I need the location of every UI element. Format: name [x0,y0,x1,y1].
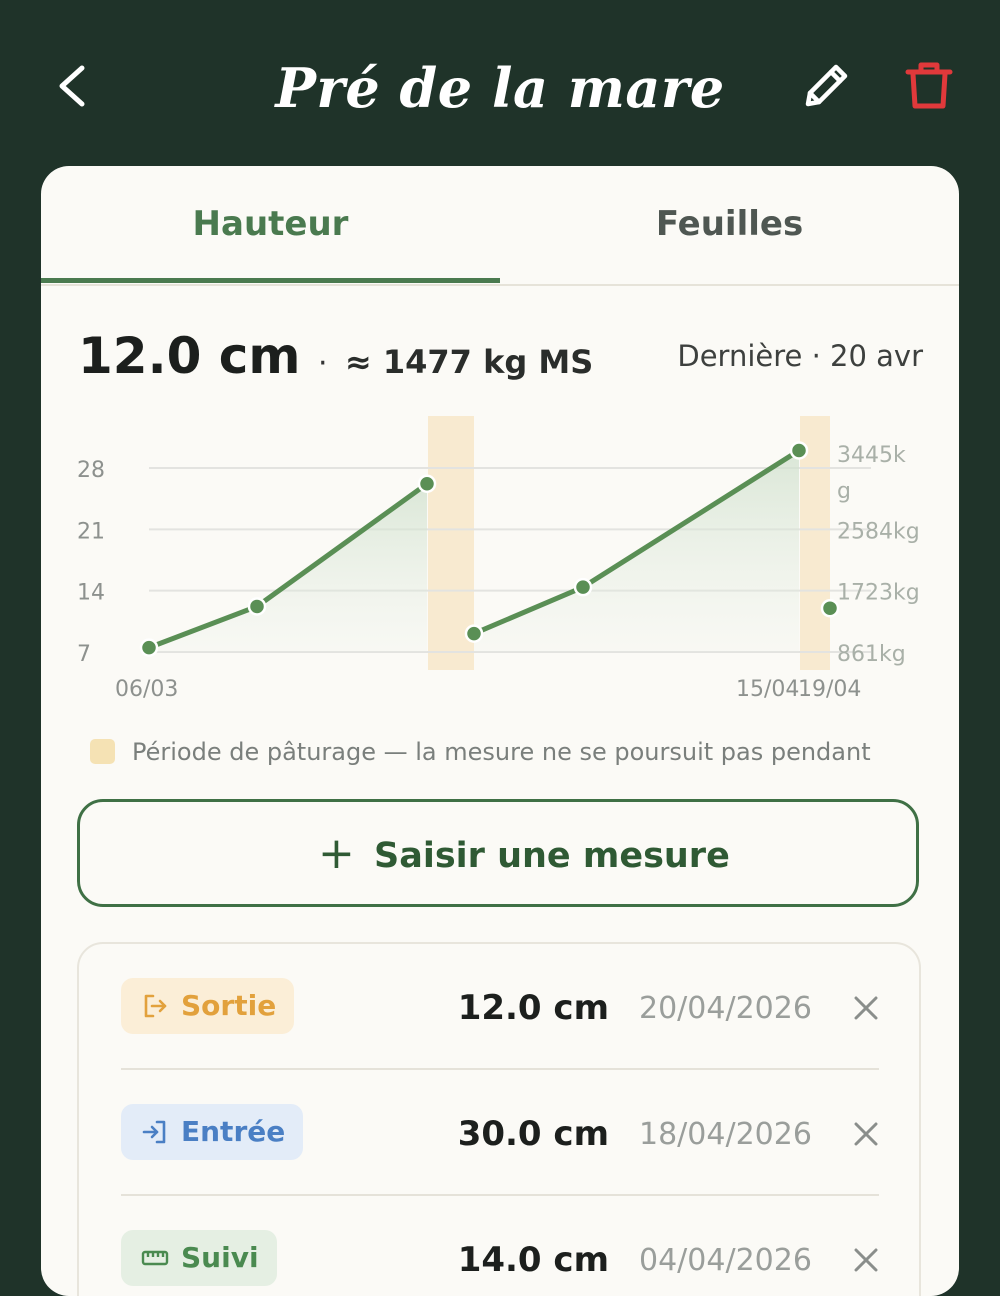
measure-value: 12.0 cm [457,988,609,1028]
pasture-card: Hauteur Feuilles 12.0 cm · ≈ 1477 kg MS … [41,166,959,1296]
y-tick-label: 21 [77,519,105,544]
app-header: Pré de la mare [0,0,1000,165]
y-tick-label: 7 [77,642,91,667]
type-badge-suivi: Suivi [121,1230,277,1286]
height-chart: 28 21 14 7 3445k g 2584kg 1723kg 861kg 06/03 15/04… [77,416,920,702]
tab-feuilles[interactable]: Feuilles [500,200,959,248]
exit-icon [144,994,167,1018]
current-biomass: ≈ 1477 kg MS [344,343,594,381]
page-title: Pré de la mare [275,56,725,120]
current-height: 12.0 cm · ≈ 1477 kg MS [78,324,593,396]
measure-date: 18/04/2026 [639,1117,812,1152]
measure-row-sortie: Sortie 12.0 cm 20/04/2026 [79,944,919,1070]
type-badge-sortie: Sortie [121,978,295,1034]
measure-value: 30.0 cm [457,1114,609,1154]
measure-list: Sortie 12.0 cm 20/04/2026 Entrée 30.0 cm… [77,942,921,1296]
ruler-icon [141,1250,169,1266]
x-tick-label: 15/04 [736,677,799,702]
data-point [247,597,267,616]
last-measure-date: Dernière · 20 avr [677,339,923,373]
measure-row-entree: Entrée 30.0 cm 18/04/2026 [79,1070,919,1196]
delete-button[interactable] [904,58,954,114]
add-measure-label: Saisir une mesure [374,836,730,876]
enter-icon [142,1120,166,1144]
data-point [139,638,159,657]
current-height-value: 12.0 cm [78,327,301,385]
legend-text: Période de pâturage — la mesure ne se po… [132,738,871,766]
remove-measure-button[interactable] [849,1236,883,1284]
measure-row-suivi: Suivi 14.0 cm 04/04/2026 [79,1196,919,1296]
measure-value: 14.0 cm [457,1240,609,1280]
measure-date: 04/04/2026 [639,1243,812,1278]
type-label: Entrée [181,1115,286,1148]
y-tick-label: 28 [77,458,105,483]
type-label: Suivi [181,1241,259,1274]
right-axis-label-wrap: g [837,479,851,504]
pencil-icon [805,64,848,107]
right-axis-label: 861kg [837,642,906,667]
x-tick-label: 19/04 [798,677,861,702]
data-point [573,577,593,597]
close-icon [854,1248,878,1272]
x-tick-label: 06/03 [115,677,178,702]
remove-measure-button[interactable] [849,984,883,1032]
y-tick-label: 14 [77,581,105,606]
active-tab-indicator [41,278,500,283]
remove-measure-button[interactable] [849,1110,883,1158]
legend-swatch-grazing [90,739,115,764]
edit-button[interactable] [798,58,854,114]
data-point [464,624,484,643]
close-icon [854,996,878,1020]
type-badge-entree: Entrée [121,1104,304,1160]
right-axis-label: 1723kg [837,581,920,606]
type-label: Sortie [181,989,277,1022]
tab-hauteur[interactable]: Hauteur [41,200,500,248]
data-point [417,474,437,494]
series-area [149,483,427,652]
back-button[interactable] [50,58,100,114]
data-point [820,598,840,618]
right-axis-label: 3445k [837,443,906,468]
close-icon [854,1122,878,1146]
summary-separator: · [317,346,328,381]
tab-bar: Hauteur Feuilles [41,166,959,286]
right-axis-label: 2584kg [837,519,920,544]
data-point [789,441,809,460]
measure-date: 20/04/2026 [639,991,812,1026]
plus-icon: + [318,828,355,879]
add-measure-button[interactable]: + Saisir une mesure [77,799,919,907]
chevron-left-icon [59,65,85,107]
trash-icon [905,62,953,109]
